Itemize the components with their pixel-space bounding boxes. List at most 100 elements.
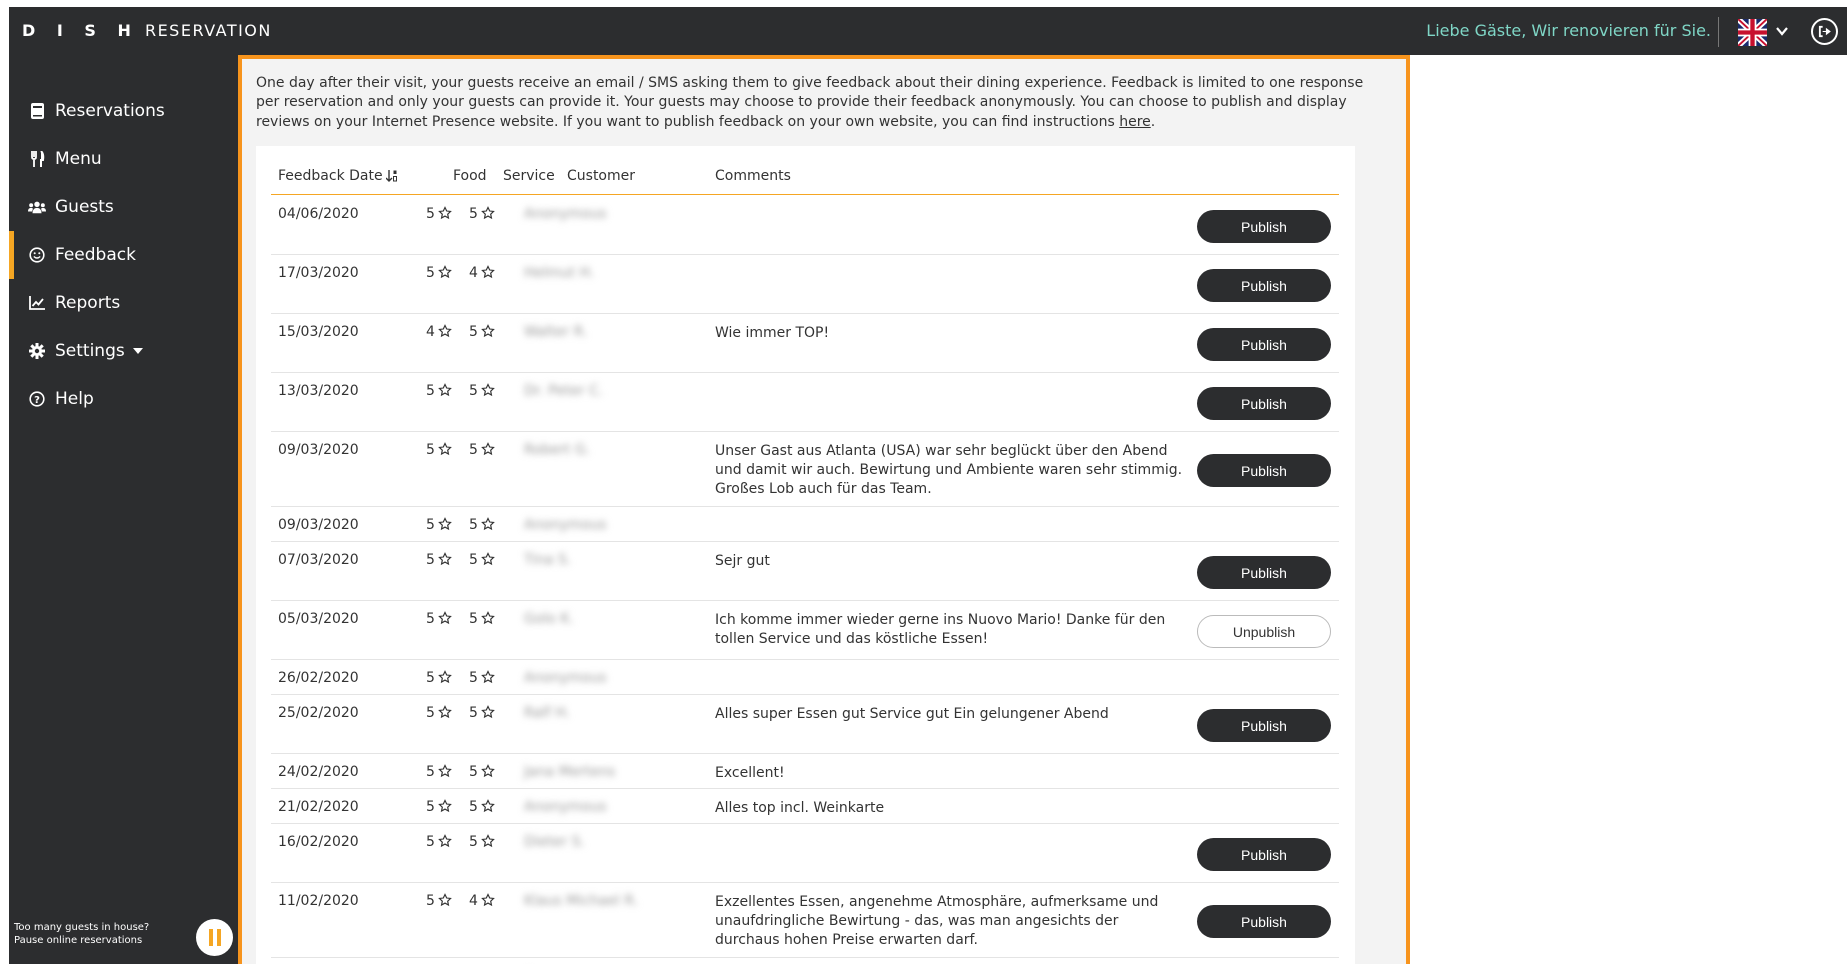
table-row: 17/03/2020 5 4 Helmut H. Publish <box>271 255 1339 314</box>
food-rating: 5 <box>426 517 452 535</box>
food-rating: 5 <box>426 265 452 283</box>
table-row: 05/03/2020 5 5 Golo K. Ich komme immer wiede… <box>271 601 1339 660</box>
feedback-comment: Alles super Essen gut Service gut Ein ge… <box>715 706 1109 722</box>
publish-button[interactable]: Publish <box>1197 328 1331 361</box>
table-row: 26/02/2020 5 5 Anonymous <box>271 660 1339 695</box>
star-icon <box>481 611 495 629</box>
unpublish-button[interactable]: Unpublish <box>1197 615 1331 648</box>
service-rating: 5 <box>469 764 495 782</box>
customer-name: Helmut H. <box>524 265 595 281</box>
food-rating: 5 <box>426 206 452 224</box>
feedback-comment: Excellent! <box>715 765 785 781</box>
service-rating: 5 <box>469 705 495 723</box>
feedback-comment: Unser Gast aus Atlanta (USA) war sehr be… <box>715 443 1183 497</box>
star-icon <box>438 799 452 817</box>
sidebar-item-label: Feedback <box>55 245 136 265</box>
star-icon <box>438 552 452 570</box>
star-icon <box>438 893 452 911</box>
sidebar-item-reservations[interactable]: Reservations <box>9 87 238 135</box>
header-comments: Comments <box>715 168 791 184</box>
pause-icon <box>208 929 213 946</box>
sidebar-item-label: Help <box>55 389 94 409</box>
sidebar-item-label: Settings <box>55 341 125 361</box>
food-rating: 5 <box>426 383 452 401</box>
brand-light: RESERVATION <box>144 21 272 40</box>
feedback-comment: Wie immer TOP! <box>715 325 830 341</box>
brand-logo[interactable]: D I S H RESERVATION <box>22 21 272 40</box>
svg-text:?: ? <box>34 395 40 406</box>
intro-body: One day after their visit, your guests r… <box>256 75 1364 130</box>
customer-name: Dieter S. <box>524 834 585 850</box>
feedback-date: 05/03/2020 <box>278 611 359 627</box>
notice-text: Liebe Gäste, Wir renovieren für Sie. <box>1426 21 1711 40</box>
sidebar-item-menu[interactable]: Menu <box>9 135 238 183</box>
publish-button[interactable]: Publish <box>1197 269 1331 302</box>
book-icon <box>28 102 46 120</box>
customer-name: Walter R. <box>524 324 588 340</box>
publish-button[interactable]: Publish <box>1197 556 1331 589</box>
publish-button[interactable]: Publish <box>1197 709 1331 742</box>
star-icon <box>481 206 495 224</box>
customer-name: Dr. Peter C. <box>524 383 604 399</box>
customer-name: Anonymous <box>524 517 607 533</box>
sidebar-item-feedback[interactable]: Feedback <box>9 231 238 279</box>
publish-button[interactable]: Publish <box>1197 838 1331 871</box>
app-window: D I S H RESERVATION Liebe Gäste, Wir ren… <box>9 7 1847 964</box>
star-icon <box>481 383 495 401</box>
pause-reservations-button[interactable] <box>196 919 233 956</box>
publish-button[interactable]: Publish <box>1197 210 1331 243</box>
star-icon <box>481 265 495 283</box>
star-icon <box>438 670 452 688</box>
service-rating: 4 <box>469 265 495 283</box>
instructions-link[interactable]: here <box>1119 114 1151 130</box>
sort-icon <box>385 170 397 182</box>
table-row: 16/02/2020 5 5 Dieter S. Publish <box>271 824 1339 883</box>
table-row: 10/02/202055Anonymous <box>271 958 1339 964</box>
sidebar-item-help[interactable]: ? Help <box>9 375 238 423</box>
header-feedback-date[interactable]: Feedback Date <box>278 168 398 184</box>
sidebar-item-reports[interactable]: Reports <box>9 279 238 327</box>
sidebar-item-guests[interactable]: Guests <box>9 183 238 231</box>
star-icon <box>481 764 495 782</box>
star-icon <box>481 517 495 535</box>
brand-bold: D I S H <box>22 21 139 40</box>
table-row: 25/02/2020 5 5 Ralf H. Alles super Essen gut… <box>271 695 1339 754</box>
publish-button[interactable]: Publish <box>1197 454 1331 487</box>
uk-flag-icon[interactable] <box>1738 19 1767 46</box>
table-row: 13/03/2020 5 5 Dr. Peter C. Publish <box>271 373 1339 432</box>
logout-button[interactable] <box>1811 18 1838 45</box>
food-rating: 5 <box>426 799 452 817</box>
feedback-comment: Sejr gut <box>715 553 770 569</box>
star-icon <box>438 764 452 782</box>
chevron-down-icon[interactable] <box>1775 24 1789 38</box>
customer-name: Robert G. <box>524 442 591 458</box>
star-icon <box>438 324 452 342</box>
food-rating: 5 <box>426 611 452 629</box>
service-rating: 5 <box>469 799 495 817</box>
pause-line-1: Too many guests in house? <box>14 922 150 933</box>
service-rating: 5 <box>469 383 495 401</box>
topbar-divider <box>1718 17 1719 47</box>
table-row: 21/02/2020 5 5 Anonymous Alles top incl. Wei… <box>271 789 1339 824</box>
sidebar-item-label: Guests <box>55 197 114 217</box>
star-icon <box>438 383 452 401</box>
star-icon <box>438 517 452 535</box>
feedback-date: 07/03/2020 <box>278 552 359 568</box>
star-icon <box>481 442 495 460</box>
star-icon <box>481 670 495 688</box>
table-row: 07/03/2020 5 5 Tina S. Sejr gut Publish <box>271 542 1339 601</box>
feedback-panel: One day after their visit, your guests r… <box>238 55 1410 964</box>
star-icon <box>438 834 452 852</box>
feedback-date: 11/02/2020 <box>278 893 359 909</box>
food-rating: 5 <box>426 705 452 723</box>
feedback-date: 16/02/2020 <box>278 834 359 850</box>
customer-name: Anonymous <box>524 799 607 815</box>
customer-name: Anonymous <box>524 206 607 222</box>
chart-icon <box>28 294 46 312</box>
publish-button[interactable]: Publish <box>1197 387 1331 420</box>
publish-button[interactable]: Publish <box>1197 905 1331 938</box>
intro-end: . <box>1150 113 1156 130</box>
sidebar-item-settings[interactable]: Settings <box>9 327 238 375</box>
star-icon <box>438 611 452 629</box>
feedback-comment: Exzellentes Essen, angenehme Atmosphäre,… <box>715 894 1159 948</box>
